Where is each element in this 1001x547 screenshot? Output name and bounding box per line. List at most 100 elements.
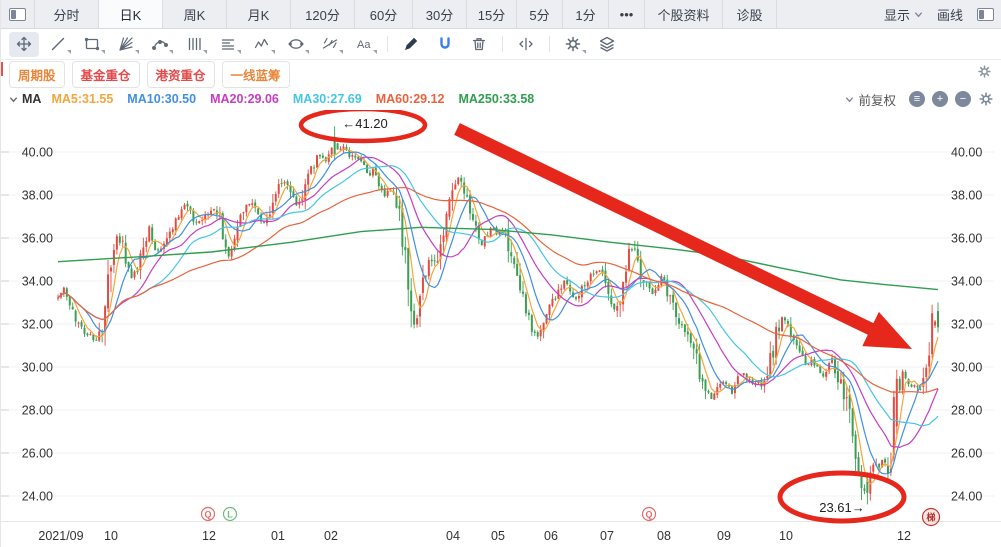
- tab-5min[interactable]: 5分: [517, 0, 563, 28]
- magnet-icon: [440, 37, 450, 49]
- split-tool-button[interactable]: [511, 32, 541, 57]
- tab-weekly-k[interactable]: 周K: [163, 0, 227, 28]
- chart-settings-button[interactable]: [978, 91, 994, 107]
- adjust-mode-menu[interactable]: 前复权: [845, 90, 896, 109]
- rectangle-tool-button[interactable]: [77, 32, 107, 57]
- tab-diagnosis[interactable]: 诊股: [723, 0, 777, 28]
- adjust-mode-label: 前复权: [858, 93, 896, 108]
- indicator-name[interactable]: MA: [22, 92, 41, 106]
- trendline-tool-button[interactable]: [43, 32, 73, 57]
- y-axis-label: 34.00: [951, 275, 982, 289]
- toolbar-separator: [387, 36, 388, 52]
- event-marker-letter: L: [227, 510, 233, 520]
- tab-30min[interactable]: 30分: [413, 0, 467, 28]
- curve-icon: [152, 40, 168, 50]
- draw-line-button[interactable]: 画线: [937, 5, 963, 24]
- tab-stock-info[interactable]: 个股资料: [645, 0, 723, 28]
- rectangle-icon: [84, 37, 100, 51]
- x-axis-label: 09: [717, 529, 731, 543]
- tag-settings-button[interactable]: [977, 64, 992, 84]
- auto-fit-button[interactable]: ≡: [909, 91, 925, 107]
- x-axis-label: 02: [324, 529, 338, 543]
- gear-icon: [565, 36, 581, 52]
- hash-lines-tool-button[interactable]: [315, 32, 345, 57]
- zoom-in-button[interactable]: +: [932, 91, 948, 107]
- tag-hk-capital[interactable]: 港资重仓: [146, 60, 215, 88]
- settings-tool-button[interactable]: [558, 32, 588, 57]
- y-axis-label: 28.00: [951, 404, 982, 418]
- y-axis-label: 38.00: [951, 189, 982, 203]
- y-axis-label: 32.00: [951, 318, 982, 332]
- drawing-toolbar: Aa: [1, 29, 1001, 60]
- chevron-down-icon: [846, 96, 854, 102]
- ellipse-icon: [288, 39, 304, 49]
- wave-icon: [254, 38, 269, 49]
- tag-fund-heavy[interactable]: 基金重仓: [71, 60, 140, 88]
- svg-text:Aa: Aa: [357, 39, 371, 51]
- y-axis-label: 30.00: [951, 361, 982, 375]
- x-axis-label: 10: [104, 529, 118, 543]
- x-axis-label: 04: [446, 529, 460, 543]
- tab-more[interactable]: •••: [609, 0, 645, 28]
- y-axis-label: 40.00: [951, 146, 982, 160]
- text-tool-button[interactable]: Aa: [349, 32, 379, 57]
- layers-tool-button[interactable]: [592, 32, 622, 57]
- y-axis-label: 40.00: [22, 146, 53, 160]
- tab-timeshare[interactable]: 分时: [35, 0, 99, 28]
- event-marker-letter: Q: [645, 510, 652, 520]
- tab-15min[interactable]: 15分: [467, 0, 517, 28]
- zoom-out-button[interactable]: −: [955, 91, 971, 107]
- tag-cyclical-stock[interactable]: 周期股: [9, 60, 65, 88]
- stock-chart-window: 40.00 40.00 38.00 38.00 36.00 36.00 34.00 34.00…: [0, 0, 1001, 547]
- x-axis-label: 2021/09: [38, 529, 83, 543]
- vertical-lines-icon: [188, 37, 201, 51]
- down-candles: [65, 126, 939, 505]
- ma30-value: MA30:27.69: [292, 92, 362, 106]
- y-axis-label: 36.00: [22, 232, 53, 246]
- x-axis-label: 12: [202, 529, 216, 543]
- gann-grid-tool-button[interactable]: [213, 32, 243, 57]
- high-price-annotation: ←41.20: [342, 116, 388, 131]
- right-panel-toggle-icon[interactable]: [977, 7, 994, 21]
- up-candles: [57, 143, 937, 501]
- tab-120min[interactable]: 120分: [291, 0, 355, 28]
- seal-character: 梯: [926, 512, 935, 523]
- ellipse-tool-button[interactable]: [281, 32, 311, 57]
- wave-tool-button[interactable]: [247, 32, 277, 57]
- chevron-down-icon[interactable]: [9, 95, 18, 104]
- tab-monthly-k[interactable]: 月K: [227, 0, 291, 28]
- x-axis-label: 05: [491, 529, 505, 543]
- delete-tool-button[interactable]: [464, 32, 494, 57]
- ma10-line: [57, 151, 939, 475]
- tab-1min[interactable]: 1分: [563, 0, 609, 28]
- y-axis-label: 34.00: [22, 275, 53, 289]
- x-axis-label: 01: [271, 529, 285, 543]
- hash-lines-icon: [322, 37, 338, 49]
- y-axis-label: 30.00: [22, 361, 53, 375]
- move-tool-button[interactable]: [9, 31, 39, 57]
- layers-icon: [599, 36, 615, 52]
- y-axis-label: 24.00: [22, 490, 53, 504]
- chevron-down-icon: [914, 11, 923, 17]
- vertical-lines-tool-button[interactable]: [179, 32, 209, 57]
- display-label: 显示: [883, 7, 910, 23]
- ma5-line: [57, 148, 939, 485]
- horizontal-split-icon: [519, 37, 533, 51]
- gann-fan-tool-button[interactable]: [111, 32, 141, 57]
- tag-blue-chip[interactable]: 一线蓝筹: [221, 60, 290, 88]
- x-axis-label: 06: [544, 529, 558, 543]
- period-tabbar: 分时 日K 周K 月K 120分 60分 30分 15分 5分 1分 ••• 个…: [1, 0, 1001, 29]
- sidebar-toggle-button[interactable]: [1, 0, 35, 28]
- y-axis-label: 38.00: [22, 189, 53, 203]
- pencil-tool-button[interactable]: [396, 32, 426, 57]
- tab-daily-k[interactable]: 日K: [99, 0, 163, 28]
- display-menu[interactable]: 显示: [884, 5, 923, 24]
- y-axis-label: 28.00: [22, 404, 53, 418]
- pitchfork-tool-button[interactable]: [145, 32, 175, 57]
- trash-icon: [472, 38, 486, 51]
- tab-60min[interactable]: 60分: [355, 0, 413, 28]
- horizontal-lines-icon: [221, 39, 235, 50]
- x-axis-label: 12: [897, 529, 911, 543]
- magnet-tool-button[interactable]: [430, 32, 460, 57]
- toolbar-separator: [549, 36, 550, 52]
